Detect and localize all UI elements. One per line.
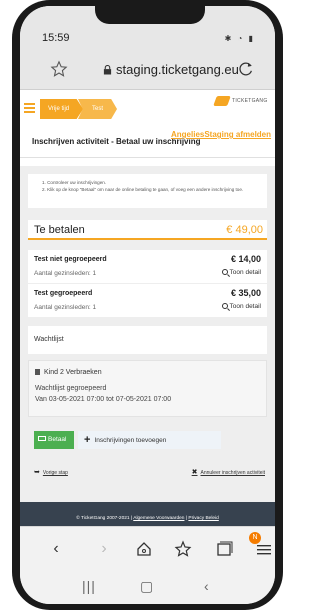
waitlist-heading-box: Wachtlijst	[28, 326, 267, 354]
lock-icon	[103, 65, 112, 75]
show-detail-link[interactable]: Toon detail	[221, 269, 261, 276]
page-header: Vrije tijd Test TICKETGANG	[20, 90, 275, 128]
close-icon: ✖	[191, 469, 198, 476]
forward-icon[interactable]: ›	[94, 539, 114, 559]
breadcrumb-vrije-tijd[interactable]: Vrije tijd	[40, 99, 84, 119]
system-home-icon[interactable]: ▢	[140, 578, 153, 595]
title-row: Inschrijven activiteit - Betaal uw insch…	[20, 128, 275, 158]
waitlist-name: Kind 2 Verbraeken	[35, 369, 102, 376]
status-time: 15:59	[42, 32, 70, 44]
item-price: € 14,00	[230, 254, 261, 264]
tabs-icon[interactable]	[214, 539, 234, 559]
item-name: Test gegroepeerd	[34, 290, 93, 297]
show-detail-link[interactable]: Toon detail	[221, 303, 261, 310]
pay-button[interactable]: Betaal	[34, 431, 74, 449]
instruction-step-1: 1. Controleer uw inschrijvingen.	[42, 180, 107, 185]
back-icon[interactable]: ‹	[46, 539, 66, 559]
ticketgang-logo: TICKETGANG	[213, 96, 267, 108]
ticketgang-logo-text: TICKETGANG	[232, 98, 268, 104]
calendar-icon	[35, 369, 40, 375]
browser-bottom-nav: ‹ › N	[20, 526, 275, 570]
spacer	[20, 158, 275, 166]
total-box: Te betalen € 49,00	[28, 220, 267, 240]
notification-badge: N	[249, 532, 261, 544]
logout-link[interactable]: AngeliesStaging afmelden	[171, 130, 271, 139]
browser-url-bar[interactable]: staging.ticketgang.eu	[20, 50, 275, 90]
add-registrations-label: Inschrijvingen toevoegen	[94, 437, 167, 444]
camera-notch	[95, 6, 205, 24]
privacy-link[interactable]: Privacy Beleid	[188, 516, 218, 521]
ticketgang-logo-mark	[213, 96, 231, 106]
terms-link[interactable]: Algemene Voorwaarden	[133, 516, 184, 521]
credit-card-icon	[38, 436, 46, 441]
item-family-count: Aantal gezinsleden: 1	[34, 304, 97, 311]
instructions-box: 1. Controleer uw inschrijvingen. 2. Klik…	[28, 174, 267, 208]
search-icon	[221, 269, 228, 275]
item-price: € 35,00	[230, 288, 261, 298]
pay-button-label: Betaal	[48, 436, 67, 443]
previous-step-link[interactable]: ➥ Vorige stap	[34, 468, 68, 476]
system-navigation-bar: ||| ▢ ‹	[20, 570, 275, 604]
cancel-registration-link[interactable]: ✖ Annuleer inschrijven activiteit	[192, 468, 265, 476]
total-value: € 49,00	[226, 224, 263, 236]
waitlist-dates: Van 03-05-2021 07:00 tot 07-05-2021 07:0…	[35, 396, 172, 403]
recent-apps-icon[interactable]: |||	[82, 578, 96, 594]
bookmark-star-icon[interactable]	[50, 60, 68, 78]
url-text[interactable]: staging.ticketgang.eu	[116, 62, 239, 77]
system-back-icon[interactable]: ‹	[204, 578, 209, 594]
waitlist-entry: Kind 2 Verbraeken Wachtlijst gegroepeerd…	[28, 360, 267, 417]
menu-icon[interactable]	[24, 103, 35, 114]
breadcrumb-test[interactable]: Test	[78, 99, 118, 119]
show-detail-label: Toon detail	[229, 303, 261, 310]
footer-separator: |	[185, 516, 188, 521]
home-icon[interactable]	[134, 539, 154, 559]
phone-frame: 15:59 ✱ ◔ ▮ staging.ticketgang.eu Vrije …	[12, 0, 283, 610]
main-content: 1. Controleer uw inschrijvingen. 2. Klik…	[20, 166, 275, 536]
item-name: Test niet gegroepeerd	[34, 256, 107, 263]
previous-step-label: Vorige stap	[42, 470, 68, 476]
cancel-registration-label: Annuleer inschrijven activiteit	[200, 470, 265, 476]
reload-icon[interactable]	[237, 60, 255, 78]
show-detail-label: Toon detail	[229, 269, 261, 276]
screen: 15:59 ✱ ◔ ▮ staging.ticketgang.eu Vrije …	[20, 6, 275, 604]
instruction-step-2: 2. Klik op de knop "Betaal" om naar de o…	[42, 187, 244, 192]
total-label: Te betalen	[34, 224, 85, 236]
bookmarks-icon[interactable]	[174, 539, 194, 559]
waitlist-name-text: Kind 2 Verbraeken	[44, 369, 102, 376]
waitlist-heading: Wachtlijst	[34, 336, 64, 343]
back-arrow-icon: ➥	[34, 469, 40, 476]
search-icon	[221, 303, 228, 309]
registration-item: Test niet gegroepeerd € 14,00 Aantal gez…	[28, 250, 267, 283]
add-registrations-button[interactable]: + Inschrijvingen toevoegen	[78, 431, 221, 449]
item-family-count: Aantal gezinsleden: 1	[34, 270, 97, 277]
plus-icon: +	[84, 434, 91, 446]
waitlist-status: Wachtlijst gegroepeerd	[35, 385, 107, 392]
registration-item: Test gegroepeerd € 35,00 Aantal gezinsle…	[28, 284, 267, 317]
status-bar: 15:59 ✱ ◔ ▮	[20, 6, 275, 50]
signal-battery-icons: ✱ ◔ ▮	[224, 34, 255, 43]
footer-copyright: © TicketGang 2007-2021 |	[76, 516, 133, 521]
